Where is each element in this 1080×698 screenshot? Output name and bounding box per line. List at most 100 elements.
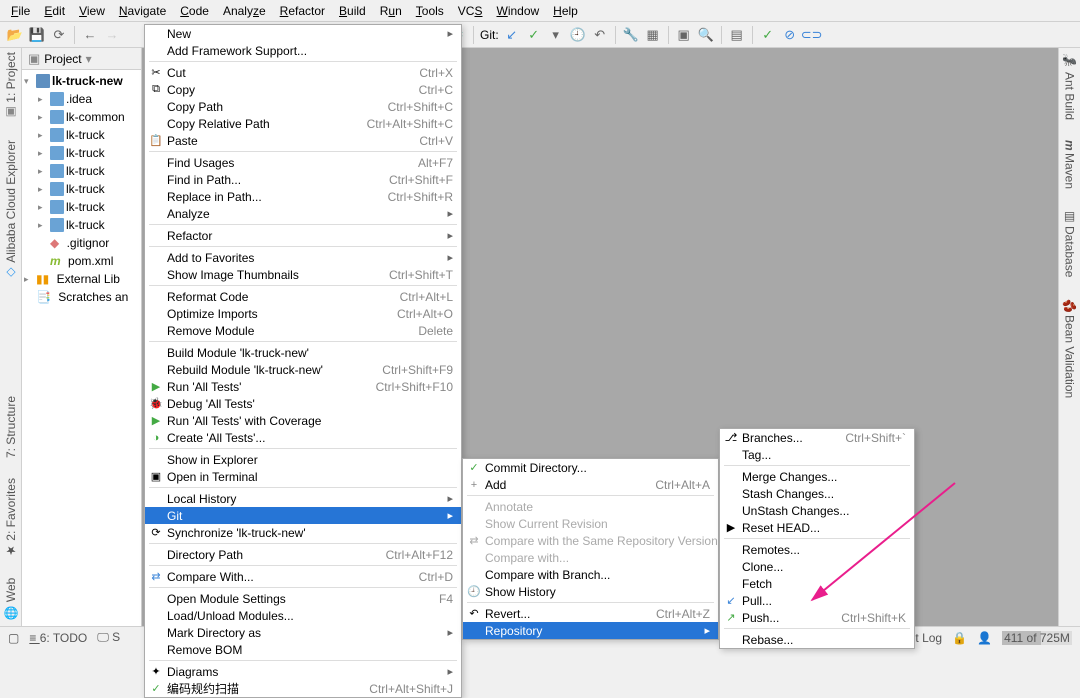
chevron-down-icon[interactable]: ▾ xyxy=(86,52,92,66)
tree-item[interactable]: ▸lk-truck xyxy=(22,216,141,234)
wrench-icon[interactable]: 🔧 xyxy=(622,26,640,44)
ctx-add-framework[interactable]: Add Framework Support... xyxy=(145,42,461,59)
rail-database[interactable]: ▤Database xyxy=(1063,209,1077,277)
ctx-rebuild-module[interactable]: Rebuild Module 'lk-truck-new'Ctrl+Shift+… xyxy=(145,361,461,378)
tree-item[interactable]: ▸lk-truck xyxy=(22,144,141,162)
ctx-replace-in-path[interactable]: Replace in Path...Ctrl+Shift+R xyxy=(145,188,461,205)
ctx-open-module-settings[interactable]: Open Module SettingsF4 xyxy=(145,590,461,607)
alibaba-icon[interactable]: ✓ xyxy=(759,26,777,44)
no-entry-icon[interactable]: ⊘ xyxy=(781,26,799,44)
git-revert[interactable]: ↶Revert...Ctrl+Alt+Z xyxy=(463,605,718,622)
ctx-remove-bom[interactable]: Remove BOM xyxy=(145,641,461,658)
ctx-optimize-imports[interactable]: Optimize ImportsCtrl+Alt+O xyxy=(145,305,461,322)
rail-favorites[interactable]: ★2: Favorites xyxy=(4,478,18,558)
ctx-mark-directory[interactable]: Mark Directory as▸ xyxy=(145,624,461,641)
open-icon[interactable]: 📂 xyxy=(6,26,24,44)
repo-branches[interactable]: ⎇Branches...Ctrl+Shift+` xyxy=(720,429,914,446)
repo-merge[interactable]: Merge Changes... xyxy=(720,468,914,485)
ctx-build-module[interactable]: Build Module 'lk-truck-new' xyxy=(145,344,461,361)
stack-icon[interactable]: ▤ xyxy=(728,26,746,44)
tree-file-gitignore[interactable]: ◆ .gitignor xyxy=(22,234,141,252)
ctx-directory-path[interactable]: Directory PathCtrl+Alt+F12 xyxy=(145,546,461,563)
menu-edit[interactable]: Edit xyxy=(37,2,72,20)
menu-view[interactable]: View xyxy=(72,2,112,20)
project-structure-icon[interactable]: ▣ xyxy=(675,26,693,44)
menu-code[interactable]: Code xyxy=(173,2,216,20)
menu-analyze[interactable]: Analyze xyxy=(216,2,273,20)
ctx-analyze[interactable]: Analyze▸ xyxy=(145,205,461,222)
repo-reset[interactable]: ▶Reset HEAD... xyxy=(720,519,914,536)
tree-root[interactable]: ▾ lk-truck-new xyxy=(22,72,141,90)
status-terminal[interactable]: 🖵 S xyxy=(97,630,120,645)
repo-tag[interactable]: Tag... xyxy=(720,446,914,463)
repo-push[interactable]: ↗Push...Ctrl+Shift+K xyxy=(720,609,914,626)
menu-file[interactable]: File xyxy=(4,2,37,20)
tree-scratches[interactable]: 📑 Scratches an xyxy=(22,288,141,306)
git-commit-icon[interactable]: ↙ xyxy=(503,26,521,44)
tree-item[interactable]: ▸lk-truck xyxy=(22,162,141,180)
history-icon[interactable]: 🕘 xyxy=(569,26,587,44)
ctx-find-usages[interactable]: Find UsagesAlt+F7 xyxy=(145,154,461,171)
save-icon[interactable]: 💾 xyxy=(28,26,46,44)
repo-pull[interactable]: ↙Pull... xyxy=(720,592,914,609)
brackets-icon[interactable]: ⊂⊃ xyxy=(803,26,821,44)
git-repository[interactable]: Repository▸ xyxy=(463,622,718,639)
repo-fetch[interactable]: Fetch xyxy=(720,575,914,592)
ctx-cut[interactable]: ✂CutCtrl+X xyxy=(145,64,461,81)
ctx-create[interactable]: ◑Create 'All Tests'... xyxy=(145,429,461,446)
ctx-compare-with[interactable]: ⇄Compare With...Ctrl+D xyxy=(145,568,461,585)
ctx-debug[interactable]: 🐞Debug 'All Tests' xyxy=(145,395,461,412)
rail-alibaba[interactable]: ◇Alibaba Cloud Explorer xyxy=(4,140,18,280)
project-tree[interactable]: ▾ lk-truck-new ▸.idea ▸lk-common ▸lk-tru… xyxy=(22,70,141,308)
repo-stash[interactable]: Stash Changes... xyxy=(720,485,914,502)
ctx-git[interactable]: Git▸ xyxy=(145,507,461,524)
ctx-refactor[interactable]: Refactor▸ xyxy=(145,227,461,244)
attach-icon[interactable]: ▦ xyxy=(644,26,662,44)
ctx-copy-path[interactable]: Copy PathCtrl+Shift+C xyxy=(145,98,461,115)
tree-external[interactable]: ▸▮▮ External Lib xyxy=(22,270,141,288)
ctx-copy[interactable]: ⧉CopyCtrl+C xyxy=(145,81,461,98)
menu-tools[interactable]: Tools xyxy=(409,2,451,20)
git-compare-branch[interactable]: Compare with Branch... xyxy=(463,566,718,583)
menu-navigate[interactable]: Navigate xyxy=(112,2,173,20)
menu-help[interactable]: Help xyxy=(546,2,585,20)
menu-window[interactable]: Window xyxy=(489,2,546,20)
tree-item[interactable]: ▸lk-truck xyxy=(22,180,141,198)
git-show-history[interactable]: 🕘Show History xyxy=(463,583,718,600)
git-update-icon[interactable]: ✓ xyxy=(525,26,543,44)
git-add[interactable]: +AddCtrl+Alt+A xyxy=(463,476,718,493)
ctx-new[interactable]: New▸ xyxy=(145,25,461,42)
ctx-remove-module[interactable]: Remove ModuleDelete xyxy=(145,322,461,339)
tree-item[interactable]: ▸lk-common xyxy=(22,108,141,126)
tree-item[interactable]: ▸lk-truck xyxy=(22,198,141,216)
ctx-synchronize[interactable]: ⟳Synchronize 'lk-truck-new' xyxy=(145,524,461,541)
ctx-find-in-path[interactable]: Find in Path...Ctrl+Shift+F xyxy=(145,171,461,188)
refresh-icon[interactable]: ⟳ xyxy=(50,26,68,44)
git-commit-directory[interactable]: ✓Commit Directory... xyxy=(463,459,718,476)
revert-icon[interactable]: ↶ xyxy=(591,26,609,44)
ctx-open-terminal[interactable]: ▣Open in Terminal xyxy=(145,468,461,485)
ctx-paste[interactable]: 📋PasteCtrl+V xyxy=(145,132,461,149)
ctx-run-coverage[interactable]: ▶Run 'All Tests' with Coverage xyxy=(145,412,461,429)
menu-refactor[interactable]: Refactor xyxy=(273,2,332,20)
repo-unstash[interactable]: UnStash Changes... xyxy=(720,502,914,519)
ctx-show-explorer[interactable]: Show in Explorer xyxy=(145,451,461,468)
ctx-load-unload-modules[interactable]: Load/Unload Modules... xyxy=(145,607,461,624)
rail-project[interactable]: ▣1: Project xyxy=(4,52,18,120)
chevron-down-icon[interactable]: ▾ xyxy=(547,26,565,44)
ctx-alibaba-scan[interactable]: ✓编码规约扫描Ctrl+Alt+Shift+J xyxy=(145,680,461,697)
tree-item[interactable]: ▸lk-truck xyxy=(22,126,141,144)
ctx-diagrams[interactable]: ✦Diagrams▸ xyxy=(145,663,461,680)
tree-file-pom[interactable]: m pom.xml xyxy=(22,252,141,270)
repo-clone[interactable]: Clone... xyxy=(720,558,914,575)
ctx-local-history[interactable]: Local History▸ xyxy=(145,490,461,507)
ctx-add-favorites[interactable]: Add to Favorites▸ xyxy=(145,249,461,266)
rail-ant[interactable]: 🐜Ant Build xyxy=(1063,54,1077,120)
repo-remotes[interactable]: Remotes... xyxy=(720,541,914,558)
rail-maven[interactable]: mMaven xyxy=(1063,140,1077,190)
ctx-reformat[interactable]: Reformat CodeCtrl+Alt+L xyxy=(145,288,461,305)
sidebar-title[interactable]: Project xyxy=(44,52,81,66)
forward-icon[interactable]: → xyxy=(103,26,121,44)
repo-rebase[interactable]: Rebase... xyxy=(720,631,914,648)
tree-item[interactable]: ▸.idea xyxy=(22,90,141,108)
